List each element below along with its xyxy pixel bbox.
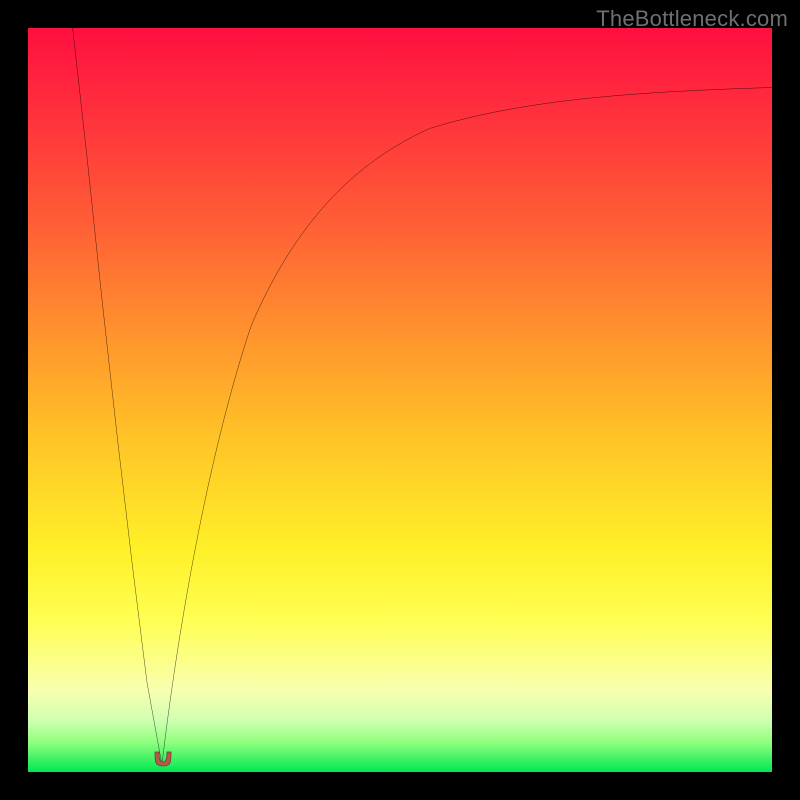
- chart-frame: TheBottleneck.com: [0, 0, 800, 800]
- bottleneck-curve: [28, 28, 772, 772]
- plot-area: [28, 28, 772, 772]
- watermark-text: TheBottleneck.com: [596, 6, 788, 32]
